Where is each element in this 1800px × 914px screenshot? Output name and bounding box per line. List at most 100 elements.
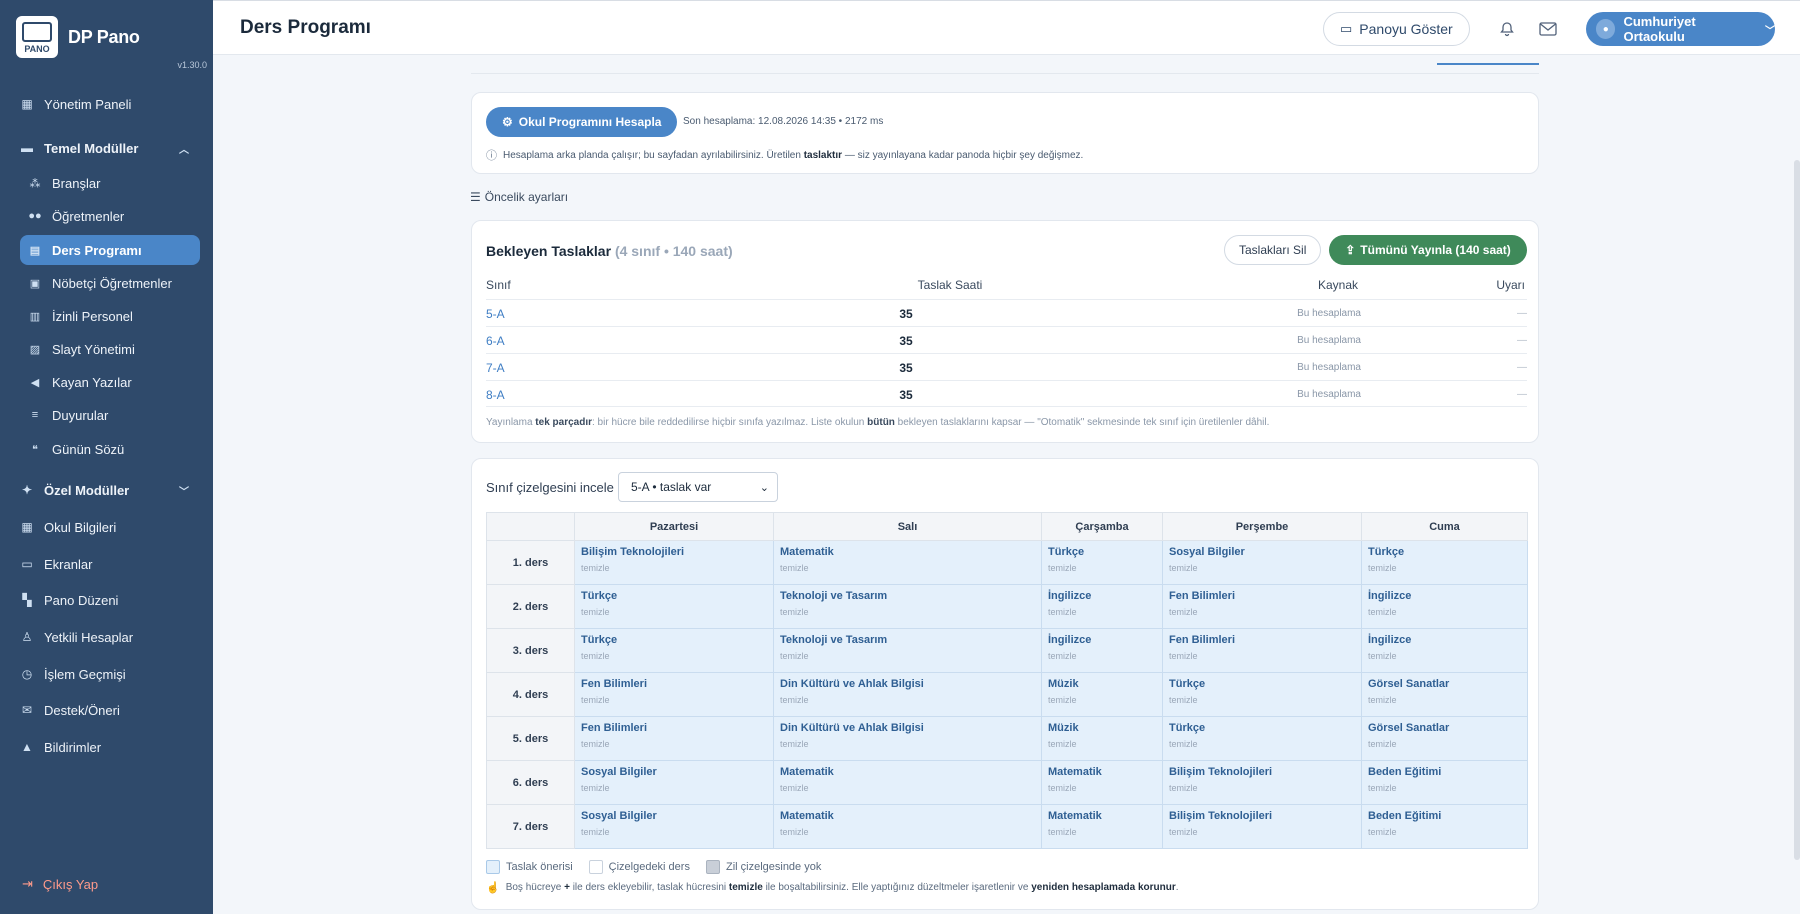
schedule-cell[interactable]: Fen Bilimleri temizle xyxy=(574,672,774,717)
schedule-cell[interactable]: Görsel Sanatlar temizle xyxy=(1361,716,1528,761)
clear-cell-link[interactable]: temizle xyxy=(780,695,1035,705)
schedule-cell[interactable]: Teknoloji ve Tasarım temizle xyxy=(773,628,1042,673)
clear-cell-link[interactable]: temizle xyxy=(1368,651,1521,661)
sidebar-item-ticker[interactable]: ◀ Kayan Yazılar xyxy=(20,367,200,397)
show-board-button[interactable]: ▭ Panoyu Göster xyxy=(1323,12,1470,46)
clear-cell-link[interactable]: temizle xyxy=(1169,739,1355,749)
clear-cell-link[interactable]: temizle xyxy=(780,607,1035,617)
class-link[interactable]: 7-A xyxy=(486,361,505,375)
sidebar-item-branches[interactable]: ⁂ Branşlar xyxy=(20,168,200,198)
bell-icon[interactable] xyxy=(1497,19,1517,39)
clear-cell-link[interactable]: temizle xyxy=(1048,607,1156,617)
sidebar-item-board-layout[interactable]: ▚ Pano Düzeni xyxy=(20,586,199,614)
schedule-cell[interactable]: Din Kültürü ve Ahlak Bilgisi temizle xyxy=(773,672,1042,717)
app-logo[interactable]: PANO DP Pano xyxy=(16,16,140,58)
logout-button[interactable]: ⇥ Çıkış Yap xyxy=(22,876,98,892)
clear-cell-link[interactable]: temizle xyxy=(1368,827,1521,837)
schedule-cell[interactable]: Fen Bilimleri temizle xyxy=(1162,584,1362,629)
clear-cell-link[interactable]: temizle xyxy=(1368,783,1521,793)
clear-cell-link[interactable]: temizle xyxy=(1048,783,1156,793)
schedule-cell[interactable]: Türkçe temizle xyxy=(1041,540,1163,585)
clear-cell-link[interactable]: temizle xyxy=(1048,563,1156,573)
class-link[interactable]: 6-A xyxy=(486,334,505,348)
priority-settings-link[interactable]: ☰ Öncelik ayarları xyxy=(470,190,568,204)
school-account-menu[interactable]: ● Cumhuriyet Ortaokulu ﹀ xyxy=(1586,12,1775,46)
clear-cell-link[interactable]: temizle xyxy=(1169,651,1355,661)
schedule-cell[interactable]: Matematik temizle xyxy=(773,804,1042,849)
clear-cell-link[interactable]: temizle xyxy=(1368,563,1521,573)
delete-drafts-button[interactable]: Taslakları Sil xyxy=(1224,235,1322,265)
clear-cell-link[interactable]: temizle xyxy=(1048,695,1156,705)
schedule-cell[interactable]: Fen Bilimleri temizle xyxy=(1162,628,1362,673)
clear-cell-link[interactable]: temizle xyxy=(780,651,1035,661)
schedule-cell[interactable]: Türkçe temizle xyxy=(1361,540,1528,585)
clear-cell-link[interactable]: temizle xyxy=(1169,695,1355,705)
schedule-cell[interactable]: Bilişim Teknolojileri temizle xyxy=(1162,804,1362,849)
sidebar-item-teachers[interactable]: ●● Öğretmenler xyxy=(20,201,200,231)
page-scrollbar[interactable] xyxy=(1794,160,1800,860)
calculate-schedule-button[interactable]: ⚙ Okul Programını Hesapla xyxy=(486,107,678,137)
schedule-cell[interactable]: Sosyal Bilgiler temizle xyxy=(574,760,774,805)
sidebar-item-screens[interactable]: ▭ Ekranlar xyxy=(20,550,199,578)
sidebar-item-history[interactable]: ◷ İşlem Geçmişi xyxy=(20,660,199,688)
schedule-cell[interactable]: Fen Bilimleri temizle xyxy=(574,716,774,761)
schedule-cell[interactable]: Beden Eğitimi temizle xyxy=(1361,760,1528,805)
sidebar-item-support[interactable]: ✉ Destek/Öneri xyxy=(20,696,199,724)
class-link[interactable]: 8-A xyxy=(486,388,505,402)
schedule-cell[interactable]: Türkçe temizle xyxy=(1162,672,1362,717)
schedule-cell[interactable]: Müzik temizle xyxy=(1041,672,1163,717)
schedule-cell[interactable]: İngilizce temizle xyxy=(1361,584,1528,629)
class-link[interactable]: 5-A xyxy=(486,307,505,321)
schedule-cell[interactable]: İngilizce temizle xyxy=(1041,584,1163,629)
sidebar-group-special-modules[interactable]: ✦ Özel Modüller ﹀ xyxy=(20,476,199,504)
clear-cell-link[interactable]: temizle xyxy=(1048,739,1156,749)
clear-cell-link[interactable]: temizle xyxy=(581,563,767,573)
schedule-cell[interactable]: Görsel Sanatlar temizle xyxy=(1361,672,1528,717)
clear-cell-link[interactable]: temizle xyxy=(780,827,1035,837)
publish-all-button[interactable]: ⇪ Tümünü Yayınla (140 saat) xyxy=(1329,235,1527,265)
schedule-cell[interactable]: Din Kültürü ve Ahlak Bilgisi temizle xyxy=(773,716,1042,761)
schedule-cell[interactable]: İngilizce temizle xyxy=(1361,628,1528,673)
schedule-cell[interactable]: Türkçe temizle xyxy=(574,628,774,673)
schedule-cell[interactable]: Matematik temizle xyxy=(1041,804,1163,849)
clear-cell-link[interactable]: temizle xyxy=(1368,695,1521,705)
schedule-cell[interactable]: Türkçe temizle xyxy=(574,584,774,629)
sidebar-item-leave-staff[interactable]: ▥ İzinli Personel xyxy=(20,301,200,331)
clear-cell-link[interactable]: temizle xyxy=(581,651,767,661)
sidebar-item-announcements[interactable]: ≡ Duyurular xyxy=(20,400,200,430)
schedule-cell[interactable]: Sosyal Bilgiler temizle xyxy=(1162,540,1362,585)
clear-cell-link[interactable]: temizle xyxy=(1048,651,1156,661)
sidebar-group-core-modules[interactable]: ▬ Temel Modüller ︿ xyxy=(20,134,199,162)
schedule-cell[interactable]: Matematik temizle xyxy=(773,540,1042,585)
sidebar-item-notifications[interactable]: ▲ Bildirimler xyxy=(20,733,199,761)
schedule-cell[interactable]: Sosyal Bilgiler temizle xyxy=(574,804,774,849)
sidebar-item-quote[interactable]: ❝ Günün Sözü xyxy=(20,434,200,464)
clear-cell-link[interactable]: temizle xyxy=(581,827,767,837)
clear-cell-link[interactable]: temizle xyxy=(581,607,767,617)
schedule-cell[interactable]: Matematik temizle xyxy=(773,760,1042,805)
clear-cell-link[interactable]: temizle xyxy=(780,563,1035,573)
schedule-cell[interactable]: Türkçe temizle xyxy=(1162,716,1362,761)
sidebar-item-duty-teachers[interactable]: ▣ Nöbetçi Öğretmenler xyxy=(20,268,200,298)
clear-cell-link[interactable]: temizle xyxy=(1048,827,1156,837)
clear-cell-link[interactable]: temizle xyxy=(581,695,767,705)
mail-icon[interactable] xyxy=(1538,19,1558,39)
sidebar-item-authorized-accounts[interactable]: ♙ Yetkili Hesaplar xyxy=(20,623,199,651)
clear-cell-link[interactable]: temizle xyxy=(581,783,767,793)
clear-cell-link[interactable]: temizle xyxy=(1368,607,1521,617)
clear-cell-link[interactable]: temizle xyxy=(780,739,1035,749)
schedule-cell[interactable]: Bilişim Teknolojileri temizle xyxy=(1162,760,1362,805)
clear-cell-link[interactable]: temizle xyxy=(1368,739,1521,749)
sidebar-item-dashboard[interactable]: ▦ Yönetim Paneli xyxy=(20,90,199,118)
class-select[interactable]: 5-A • taslak var ⌄ xyxy=(618,472,778,502)
schedule-cell[interactable]: Teknoloji ve Tasarım temizle xyxy=(773,584,1042,629)
sidebar-item-slides[interactable]: ▨ Slayt Yönetimi xyxy=(20,334,200,364)
schedule-cell[interactable]: Müzik temizle xyxy=(1041,716,1163,761)
schedule-cell[interactable]: Bilişim Teknolojileri temizle xyxy=(574,540,774,585)
sidebar-item-school-info[interactable]: ▦ Okul Bilgileri xyxy=(20,513,199,541)
schedule-cell[interactable]: Matematik temizle xyxy=(1041,760,1163,805)
schedule-cell[interactable]: Beden Eğitimi temizle xyxy=(1361,804,1528,849)
clear-cell-link[interactable]: temizle xyxy=(1169,783,1355,793)
clear-cell-link[interactable]: temizle xyxy=(581,739,767,749)
clear-cell-link[interactable]: temizle xyxy=(1169,607,1355,617)
